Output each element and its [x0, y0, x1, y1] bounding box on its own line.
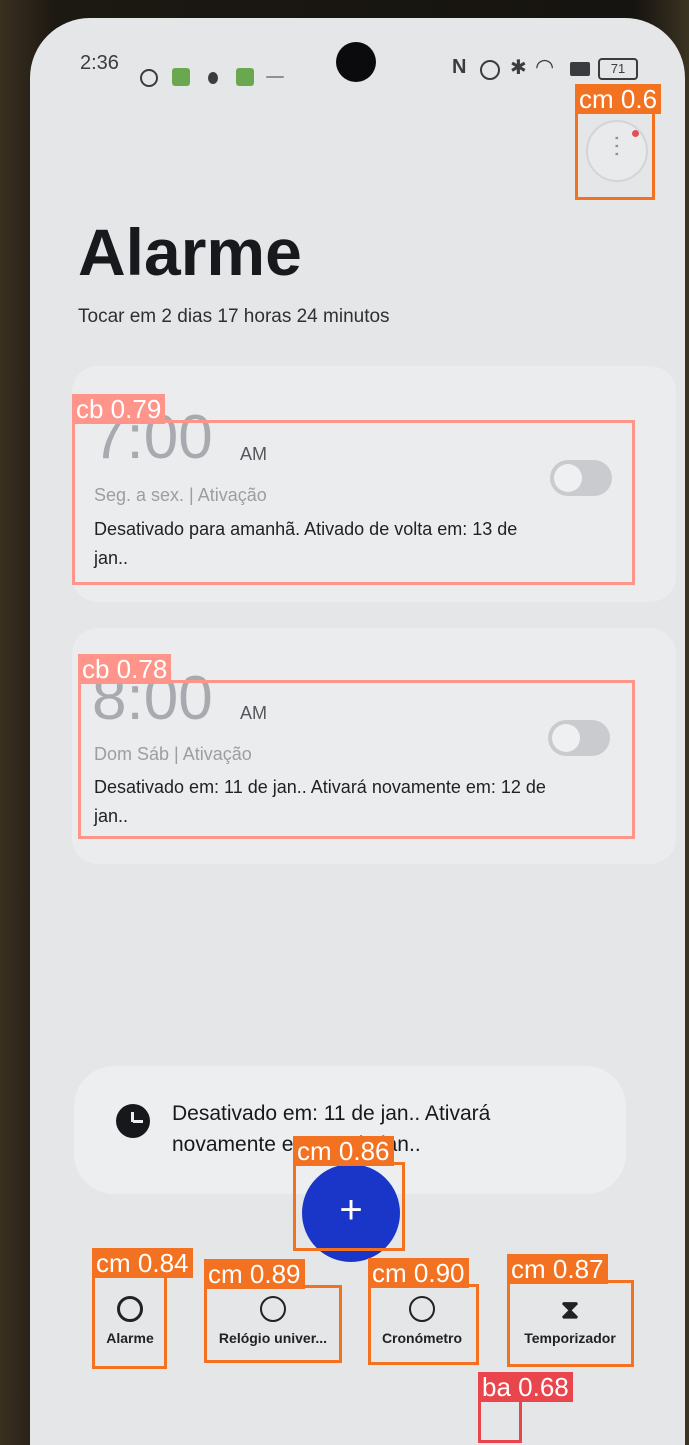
bluetooth-icon: ✱ — [510, 57, 527, 79]
detection-label: cm 0.87 — [507, 1254, 608, 1284]
status-time: 2:36 — [80, 52, 119, 74]
detection-box — [72, 420, 635, 585]
detection-box — [78, 680, 635, 839]
detection-box — [507, 1280, 634, 1367]
nfc-icon: N — [452, 56, 467, 78]
sim-icon — [570, 62, 590, 76]
more-notifications-icon — [266, 76, 284, 78]
detection-label: cm 0.90 — [368, 1258, 469, 1288]
detection-label: cb 0.79 — [72, 394, 166, 424]
detection-box — [575, 110, 655, 200]
detection-label: cm 0.6 — [575, 84, 662, 114]
wifi-icon: ◠ — [535, 54, 555, 79]
detection-box — [368, 1284, 479, 1365]
detection-box — [293, 1162, 405, 1251]
vpn-icon — [140, 69, 158, 87]
page-title: Alarme — [78, 215, 302, 289]
app-notification-icon — [172, 68, 190, 86]
detection-box — [478, 1398, 522, 1443]
bug-icon — [208, 72, 218, 84]
detection-label: ba 0.68 — [478, 1372, 573, 1402]
detection-box — [92, 1274, 167, 1369]
next-alarm-subtitle: Tocar em 2 dias 17 horas 24 minutos — [78, 306, 390, 327]
detection-label: cm 0.86 — [293, 1136, 394, 1166]
alarm-status-icon — [480, 60, 500, 80]
battery-level: 71 — [610, 61, 626, 76]
clock-icon — [116, 1104, 150, 1138]
detection-label: cm 0.84 — [92, 1248, 193, 1278]
detection-label: cb 0.78 — [78, 654, 172, 684]
detection-label: cm 0.89 — [204, 1259, 305, 1289]
detection-box — [204, 1285, 342, 1363]
app-notification-icon — [236, 68, 254, 86]
front-camera — [336, 42, 376, 82]
battery-icon: 71 — [598, 58, 638, 80]
